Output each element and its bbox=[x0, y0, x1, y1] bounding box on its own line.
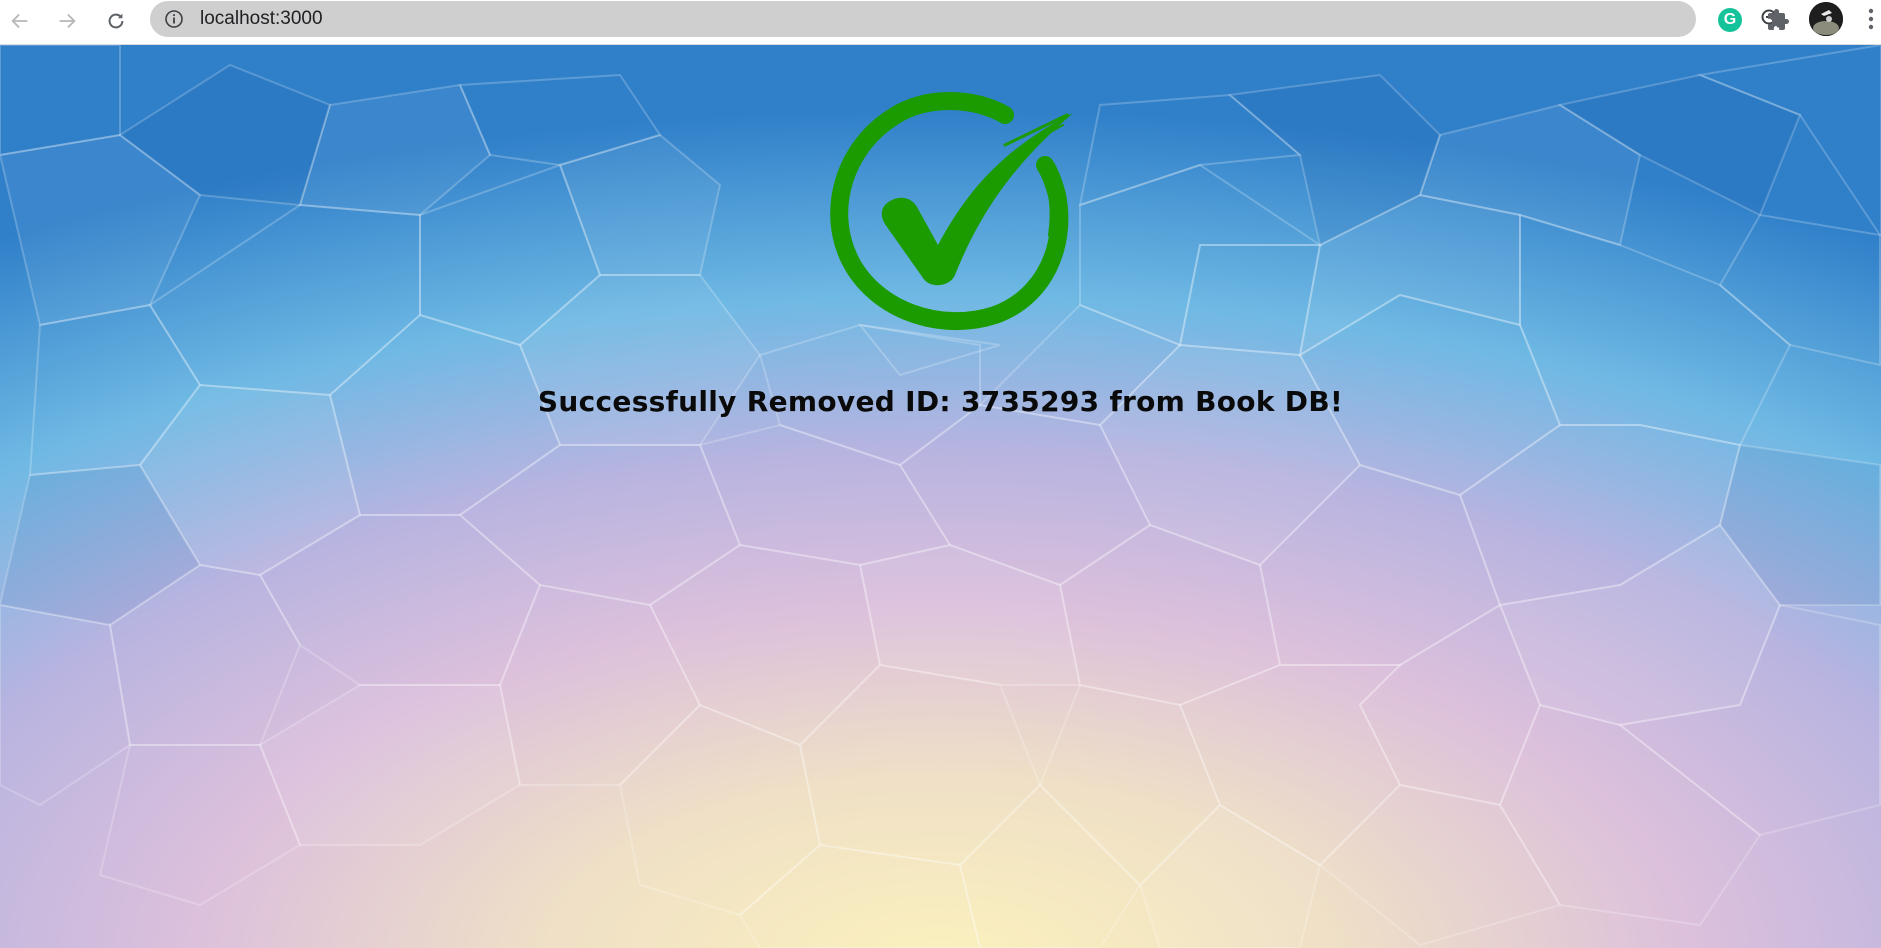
puzzle-icon bbox=[1768, 9, 1789, 30]
info-icon[interactable] bbox=[164, 9, 184, 29]
grammarly-extension-button[interactable]: G bbox=[1714, 4, 1746, 36]
success-message: Successfully Removed ID: 3735293 from Bo… bbox=[537, 385, 1344, 418]
reload-icon bbox=[108, 13, 124, 29]
kebab-menu-icon[interactable] bbox=[1866, 6, 1876, 32]
profile-avatar[interactable] bbox=[1809, 2, 1843, 36]
arrow-right-icon bbox=[59, 13, 76, 29]
forward-button[interactable] bbox=[50, 4, 84, 38]
page-viewport: Successfully Removed ID: 3735293 from Bo… bbox=[0, 45, 1881, 948]
extensions-button[interactable] bbox=[1762, 4, 1794, 36]
arrow-left-icon bbox=[11, 13, 28, 29]
back-button[interactable] bbox=[3, 4, 37, 38]
url-text[interactable]: localhost:3000 bbox=[200, 9, 323, 29]
check-circle-icon bbox=[830, 92, 1073, 331]
address-bar[interactable]: localhost:3000 bbox=[150, 1, 1829, 37]
grammarly-icon: G bbox=[1718, 8, 1742, 32]
avatar-image bbox=[1809, 2, 1843, 36]
browser-toolbar: localhost:3000 G bbox=[0, 0, 1881, 45]
reload-button[interactable] bbox=[99, 4, 133, 38]
